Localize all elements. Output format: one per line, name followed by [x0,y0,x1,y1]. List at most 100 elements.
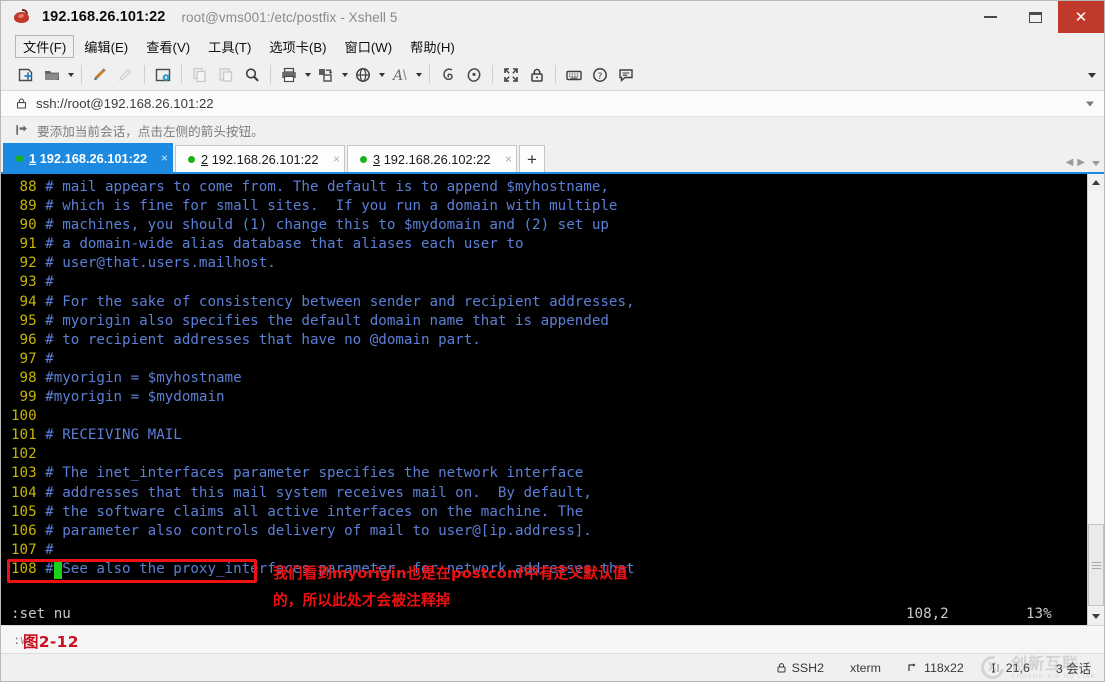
tunnel-icon[interactable] [461,62,487,88]
find-icon[interactable] [239,62,265,88]
terminal-line: 91 # a domain-wide alias database that a… [11,235,1087,254]
lock-icon [776,662,787,674]
minimize-icon [984,16,997,18]
tab-session-2[interactable]: 2 192.168.26.101:22 × [175,145,345,172]
xshell-bean-icon [13,8,31,26]
chevron-down-icon[interactable] [1086,101,1094,106]
terminal-line-text: # the software claims all active interfa… [45,503,584,520]
tab-title: 192.168.26.102:22 [383,151,491,167]
terminal-line-text: # [45,350,54,367]
terminal-line: 97 # [11,350,1087,369]
help-icon[interactable]: ? [587,62,613,88]
fullscreen-icon[interactable] [498,62,524,88]
terminal-line-number: 98 [11,369,46,386]
terminal-line-number: 90 [11,217,46,234]
hint-text: 要添加当前会话，点击左侧的箭头按钮。 [37,124,264,139]
terminal-scrollbar[interactable] [1087,174,1104,625]
tab-session-1[interactable]: 1 192.168.26.101:22 × [3,143,173,172]
menu-bar: 文件(F) 编辑(E) 查看(V) 工具(T) 选项卡(B) 窗口(W) 帮助(… [1,33,1104,59]
terminal-line: 101 # RECEIVING MAIL [11,426,1087,445]
terminal-line: 102 [11,445,1087,464]
tab-scroll-right-icon[interactable]: ▶ [1077,158,1085,168]
xshell-window: 192.168.26.101:22 root@vms001:/etc/postf… [0,0,1105,682]
open-folder-dropdown-icon[interactable] [65,62,76,88]
keyboard-icon[interactable] [561,62,587,88]
close-button[interactable]: ✕ [1058,1,1104,33]
terminal-line: 93 # [11,273,1087,292]
close-icon: ✕ [1074,8,1088,26]
pencil-dim-icon [113,62,139,88]
maximize-button[interactable] [1013,1,1058,33]
terminal-line-number: 108 [11,560,46,577]
tab-number: 3 [373,151,381,167]
lock-icon[interactable] [524,62,550,88]
terminal-text[interactable]: 88 # mail appears to come from. The defa… [1,174,1087,625]
terminal-line-number: 106 [11,522,46,539]
terminal-line-number: 94 [11,293,46,310]
chat-icon[interactable] [613,62,639,88]
font-icon[interactable]: A [387,62,413,88]
menu-edit[interactable]: 编辑(E) [76,35,136,58]
tab-scroll-left-icon[interactable]: ◀ [1066,158,1074,168]
scroll-up-icon[interactable] [1088,174,1104,191]
tab-title: 192.168.26.101:22 [211,151,319,167]
scrollbar-thumb[interactable] [1088,524,1104,606]
address-bar[interactable]: ssh://root@192.168.26.101:22 [1,91,1104,117]
address-input[interactable]: ssh://root@192.168.26.101:22 [36,96,214,111]
menu-tabs[interactable]: 选项卡(B) [261,35,334,58]
ssh-key-icon[interactable] [435,62,461,88]
transfer-icon[interactable] [313,62,339,88]
scrollbar-track[interactable] [1088,191,1104,608]
tab-close-icon[interactable]: × [321,153,340,165]
tab-list-dropdown-icon[interactable] [1092,160,1100,166]
pencil-edit-icon[interactable] [87,62,113,88]
open-folder-icon[interactable] [39,62,65,88]
menu-window[interactable]: 窗口(W) [337,35,401,58]
tab-session-3[interactable]: 3 192.168.26.102:22 × [347,145,517,172]
minimize-button[interactable] [968,1,1013,33]
watermark-cn-text: 创新互联 [1011,653,1080,673]
svg-text:?: ? [598,72,603,82]
status-protocol: SSH2 [763,661,837,675]
session-properties-icon[interactable] [150,62,176,88]
terminal-line-number: 93 [11,274,46,291]
status-protocol-label: SSH2 [791,660,825,675]
status-terminal-type-label: xterm [850,660,882,675]
terminal-line-text: # parameter also controls delivery of ma… [45,522,592,539]
terminal-line-number: 100 [11,408,46,425]
terminal-line-number: 102 [11,446,46,463]
globe-dropdown-icon[interactable] [376,62,387,88]
tab-close-icon[interactable]: × [493,153,512,165]
terminal-line-number: 97 [11,350,46,367]
tab-number: 1 [29,150,37,166]
terminal-line: 104 # addresses that this mail system re… [11,484,1087,503]
print-dropdown-icon[interactable] [302,62,313,88]
font-dropdown-icon[interactable] [413,62,424,88]
copy-icon [187,62,213,88]
terminal-line: 107 # [11,541,1087,560]
terminal-line: 106 # parameter also controls delivery o… [11,522,1087,541]
status-terminal-type: xterm [837,661,894,675]
globe-icon[interactable] [350,62,376,88]
menu-view[interactable]: 查看(V) [138,35,198,58]
terminal-line-text: # [45,541,54,558]
scroll-down-icon[interactable] [1088,608,1104,625]
terminal-line-text: # to recipient addresses that have no @d… [45,331,481,348]
terminal-line: 90 # machines, you should (1) change thi… [11,216,1087,235]
transfer-dropdown-icon[interactable] [339,62,350,88]
menu-file[interactable]: 文件(F) [15,34,75,58]
vim-command: :set nu [11,606,71,622]
menu-help[interactable]: 帮助(H) [402,35,463,58]
terminal-line-text: # For the sake of consistency between se… [45,293,635,310]
tab-close-icon[interactable]: × [149,152,168,164]
menu-tools[interactable]: 工具(T) [200,35,259,58]
new-session-icon[interactable] [13,62,39,88]
new-tab-button[interactable]: + [519,145,545,172]
terminal-line-number: 104 [11,484,46,501]
terminal-line-text: # user@that.users.mailhost. [45,255,276,272]
command-line-bar[interactable]: :w 图2-12 [1,625,1104,653]
tab-bar: 1 192.168.26.101:22 × 2 192.168.26.101:2… [1,143,1104,172]
terminal-line-number: 91 [11,236,46,253]
toolbar-overflow-button[interactable] [1088,59,1096,91]
print-icon[interactable] [276,62,302,88]
